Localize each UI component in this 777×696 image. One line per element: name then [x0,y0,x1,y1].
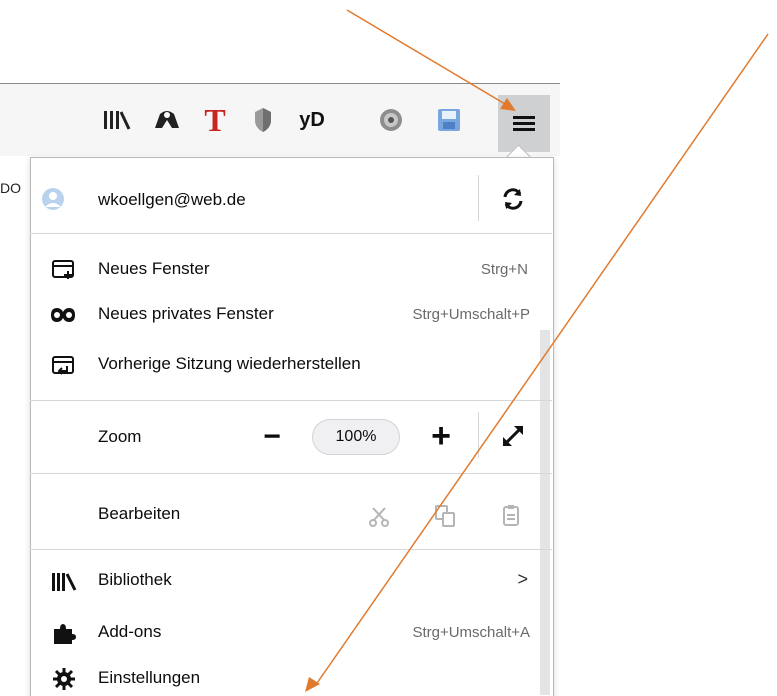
annotation-arrows [305,9,769,692]
annotation-arrow [346,9,516,111]
annotation-arrow [305,33,769,692]
